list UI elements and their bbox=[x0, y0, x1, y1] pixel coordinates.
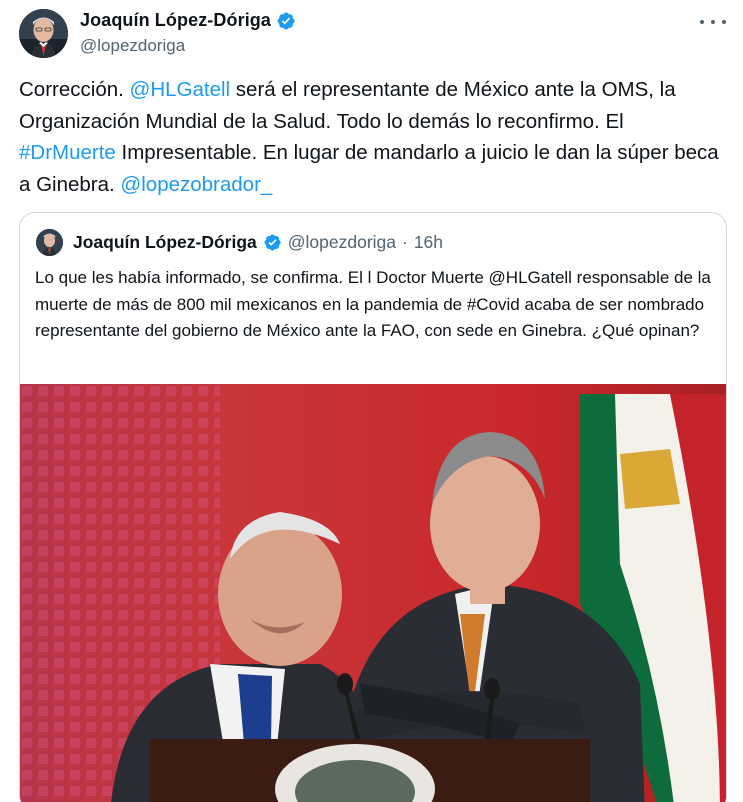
quoted-tweet-header: Joaquín López-Dóriga @lopezdoriga · 16h bbox=[36, 229, 443, 256]
mention-link-hlgatell[interactable]: @HLGatell bbox=[130, 78, 231, 101]
quoted-author-avatar[interactable] bbox=[36, 229, 63, 256]
tweet-text-part: Corrección. bbox=[19, 78, 130, 101]
quoted-author-handle[interactable]: @lopezdoriga bbox=[288, 232, 396, 253]
separator-dot: · bbox=[402, 232, 408, 252]
hashtag-link-drmuerte[interactable]: #DrMuerte bbox=[19, 141, 116, 164]
tweet-text: Corrección. @HLGatell será el representa… bbox=[19, 74, 719, 200]
verified-badge-icon[interactable] bbox=[276, 11, 296, 31]
quoted-timestamp[interactable]: 16h bbox=[414, 232, 443, 253]
author-avatar[interactable] bbox=[19, 9, 68, 58]
more-options-icon[interactable] bbox=[700, 12, 726, 32]
mention-link-lopezobrador[interactable]: @lopezobrador_ bbox=[120, 173, 272, 196]
quoted-tweet-photo[interactable] bbox=[20, 384, 726, 802]
tweet-header: Joaquín López-Dóriga @lopezdoriga bbox=[0, 0, 743, 70]
quoted-tweet-text: Lo que les había informado, se confirma.… bbox=[35, 268, 711, 340]
quoted-tweet-card[interactable]: Joaquín López-Dóriga @lopezdoriga · 16h … bbox=[19, 212, 727, 802]
quoted-author-display-name[interactable]: Joaquín López-Dóriga bbox=[73, 232, 257, 253]
author-handle[interactable]: @lopezdoriga bbox=[80, 36, 185, 56]
verified-badge-icon[interactable] bbox=[263, 233, 282, 252]
author-display-name[interactable]: Joaquín López-Dóriga bbox=[80, 10, 271, 31]
